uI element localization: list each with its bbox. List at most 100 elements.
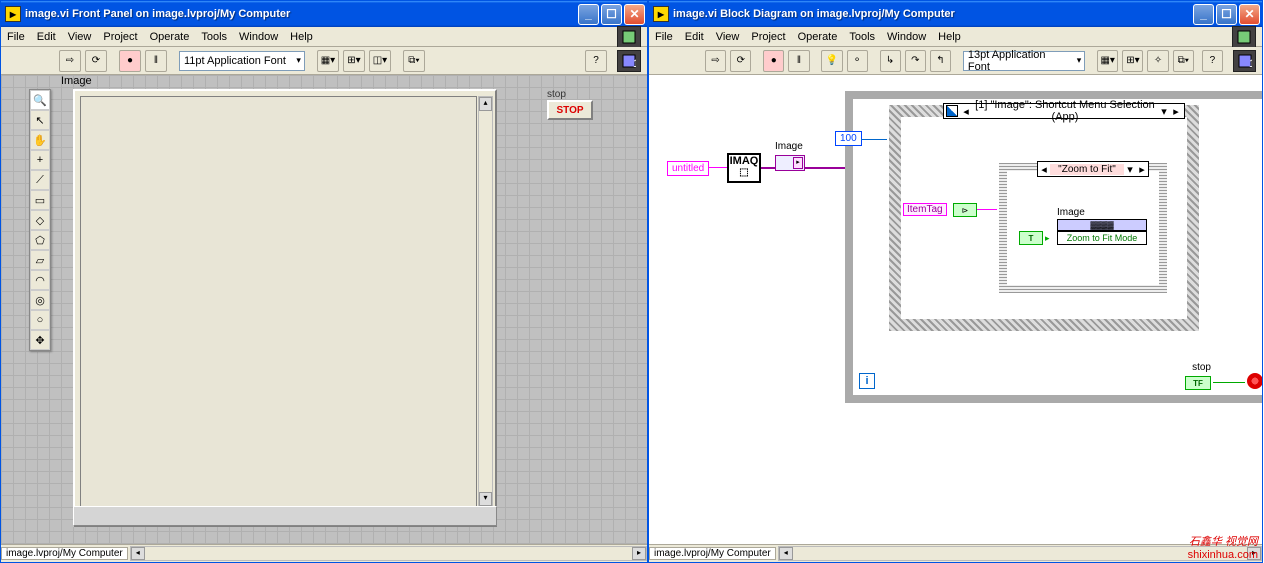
abort-button[interactable]: ● <box>763 50 784 72</box>
menu-file[interactable]: File <box>7 31 25 43</box>
event-next-icon[interactable]: ▸ <box>1170 105 1182 118</box>
event-data-terminal[interactable]: ⊳ <box>953 203 977 217</box>
menu-help[interactable]: Help <box>938 31 961 43</box>
abort-button[interactable]: ● <box>119 50 141 72</box>
numeric-constant-100[interactable]: 100 <box>835 131 862 146</box>
scroll-up-icon[interactable]: ▴ <box>479 97 492 111</box>
case-structure[interactable]: T ▸ Image ▓▓▓▓ Zoom to Fit Mode ◂ "Zoom … <box>999 163 1167 293</box>
case-next-icon[interactable]: ▸ <box>1136 163 1148 176</box>
menu-edit[interactable]: Edit <box>37 31 56 43</box>
scroll-right-icon[interactable]: ▸ <box>632 547 646 560</box>
stop-button[interactable]: STOP <box>547 100 593 120</box>
hand-tool-icon[interactable]: ✋ <box>30 130 50 150</box>
diamond-tool-icon[interactable]: ◇ <box>30 210 50 230</box>
property-node-item[interactable]: Zoom to Fit Mode <box>1057 231 1147 245</box>
annulus-tool-icon[interactable]: ◎ <box>30 290 50 310</box>
image-canvas[interactable] <box>80 96 477 507</box>
menu-window[interactable]: Window <box>239 31 278 43</box>
retain-wire-button[interactable]: ⚬ <box>847 50 868 72</box>
reorder-button[interactable]: ⧉▾ <box>1173 50 1194 72</box>
menu-project[interactable]: Project <box>751 31 785 43</box>
minimize-button[interactable]: _ <box>578 4 599 25</box>
align-button[interactable]: ▦▾ <box>317 50 339 72</box>
step-over-button[interactable]: ↷ <box>905 50 926 72</box>
run-button[interactable]: ⇨ <box>59 50 81 72</box>
context-help-button[interactable]: ? <box>585 50 607 72</box>
oval-tool-icon[interactable]: ○ <box>30 310 50 330</box>
loop-condition-terminal[interactable] <box>1247 373 1262 389</box>
run-button[interactable]: ⇨ <box>705 50 726 72</box>
step-into-button[interactable]: ↳ <box>880 50 901 72</box>
menu-edit[interactable]: Edit <box>685 31 704 43</box>
string-constant-untitled[interactable]: untitled <box>667 161 709 176</box>
status-hscroll[interactable]: ◂ ▸ <box>130 546 647 561</box>
close-button[interactable]: ✕ <box>624 4 645 25</box>
menu-file[interactable]: File <box>655 31 673 43</box>
context-help-button[interactable]: ? <box>1202 50 1223 72</box>
minimize-button[interactable]: _ <box>1193 4 1214 25</box>
case-prev-icon[interactable]: ◂ <box>1038 163 1050 176</box>
menu-operate[interactable]: Operate <box>150 31 190 43</box>
titlebar-front[interactable]: ▶ image.vi Front Panel on image.lvproj/M… <box>1 1 647 27</box>
scroll-down-icon[interactable]: ▾ <box>479 492 492 506</box>
block-diagram-canvas[interactable]: untitled IMAQ ⬚ Image ▸ 100 ItemTag ⊳ <box>649 75 1262 544</box>
event-structure[interactable]: ItemTag ⊳ T ▸ Image ▓▓▓▓ Zoom t <box>889 105 1199 331</box>
image-display-control[interactable]: ▴ ▾ ◂ ▸ <box>73 89 497 527</box>
menu-view[interactable]: View <box>716 31 740 43</box>
cleanup-button[interactable]: ✧ <box>1147 50 1168 72</box>
maximize-button[interactable]: ☐ <box>601 4 622 25</box>
cross-tool-icon[interactable]: + <box>30 150 50 170</box>
font-selector[interactable]: 13pt Application Font <box>963 51 1085 71</box>
run-continuous-button[interactable]: ⟳ <box>85 50 107 72</box>
line-tool-icon[interactable]: ⟋ <box>30 170 50 190</box>
reorder-button[interactable]: ⧉▾ <box>403 50 425 72</box>
case-selector[interactable]: ◂ "Zoom to Fit" ▾ ▸ <box>1037 161 1149 177</box>
menu-window[interactable]: Window <box>887 31 926 43</box>
image-vscrollbar[interactable]: ▴ ▾ <box>478 96 493 507</box>
titlebar-block[interactable]: ▶ image.vi Block Diagram on image.lvproj… <box>649 1 1262 27</box>
vi-connector-icon[interactable]: 1 <box>1233 50 1256 72</box>
close-button[interactable]: ✕ <box>1239 4 1260 25</box>
true-constant[interactable]: T <box>1019 231 1043 245</box>
polygon-tool-icon[interactable]: ⬠ <box>30 230 50 250</box>
menu-operate[interactable]: Operate <box>798 31 838 43</box>
loop-iteration-terminal[interactable]: i <box>859 373 875 389</box>
font-selector[interactable]: 11pt Application Font <box>179 51 305 71</box>
event-selector[interactable]: ◂ [1] "Image": Shortcut Menu Selection (… <box>943 103 1185 119</box>
menu-project[interactable]: Project <box>103 31 137 43</box>
menu-tools[interactable]: Tools <box>201 31 227 43</box>
align-button[interactable]: ▦▾ <box>1097 50 1118 72</box>
vi-connector-icon[interactable]: 1 <box>617 50 641 72</box>
menu-view[interactable]: View <box>68 31 92 43</box>
event-prev-icon[interactable]: ◂ <box>960 105 972 118</box>
stop-terminal[interactable]: TF <box>1185 376 1211 390</box>
distribute-button[interactable]: ⊞▾ <box>1122 50 1143 72</box>
highlight-exec-button[interactable]: 💡 <box>821 50 842 72</box>
pointer-tool-icon[interactable]: ↖ <box>30 110 50 130</box>
menu-help[interactable]: Help <box>290 31 313 43</box>
while-loop[interactable]: 100 ItemTag ⊳ T ▸ <box>845 91 1262 403</box>
rect-tool-icon[interactable]: ▭ <box>30 190 50 210</box>
pause-button[interactable]: ‖ <box>788 50 809 72</box>
run-continuous-button[interactable]: ⟳ <box>730 50 751 72</box>
front-panel-canvas[interactable]: Image 🔍 ↖ ✋ + ⟋ ▭ ◇ ⬠ ▱ ◠ ◎ ○ ✥ ▴ ▾ ◂ <box>1 75 647 544</box>
free-rect-tool-icon[interactable]: ▱ <box>30 250 50 270</box>
menu-tools[interactable]: Tools <box>849 31 875 43</box>
resize-button[interactable]: ◫▾ <box>369 50 391 72</box>
maximize-button[interactable]: ☐ <box>1216 4 1237 25</box>
scroll-left-icon[interactable]: ◂ <box>131 547 145 560</box>
scroll-left-icon[interactable]: ◂ <box>779 547 793 560</box>
event-data-itemtag[interactable]: ItemTag <box>903 203 947 216</box>
image-terminal[interactable]: ▸ <box>775 155 805 171</box>
vi-icon[interactable] <box>617 26 641 48</box>
zoom-tool-icon[interactable]: 🔍 <box>30 90 50 110</box>
pause-button[interactable]: ‖ <box>145 50 167 72</box>
imaq-create-node[interactable]: IMAQ ⬚ <box>727 153 761 183</box>
lasso-tool-icon[interactable]: ◠ <box>30 270 50 290</box>
step-out-button[interactable]: ↰ <box>930 50 951 72</box>
case-dropdown-icon[interactable]: ▾ <box>1124 163 1136 176</box>
event-dropdown-icon[interactable]: ▾ <box>1158 105 1170 118</box>
property-node-header[interactable]: ▓▓▓▓ <box>1057 219 1147 231</box>
distribute-button[interactable]: ⊞▾ <box>343 50 365 72</box>
pan-tool-icon[interactable]: ✥ <box>30 330 50 350</box>
